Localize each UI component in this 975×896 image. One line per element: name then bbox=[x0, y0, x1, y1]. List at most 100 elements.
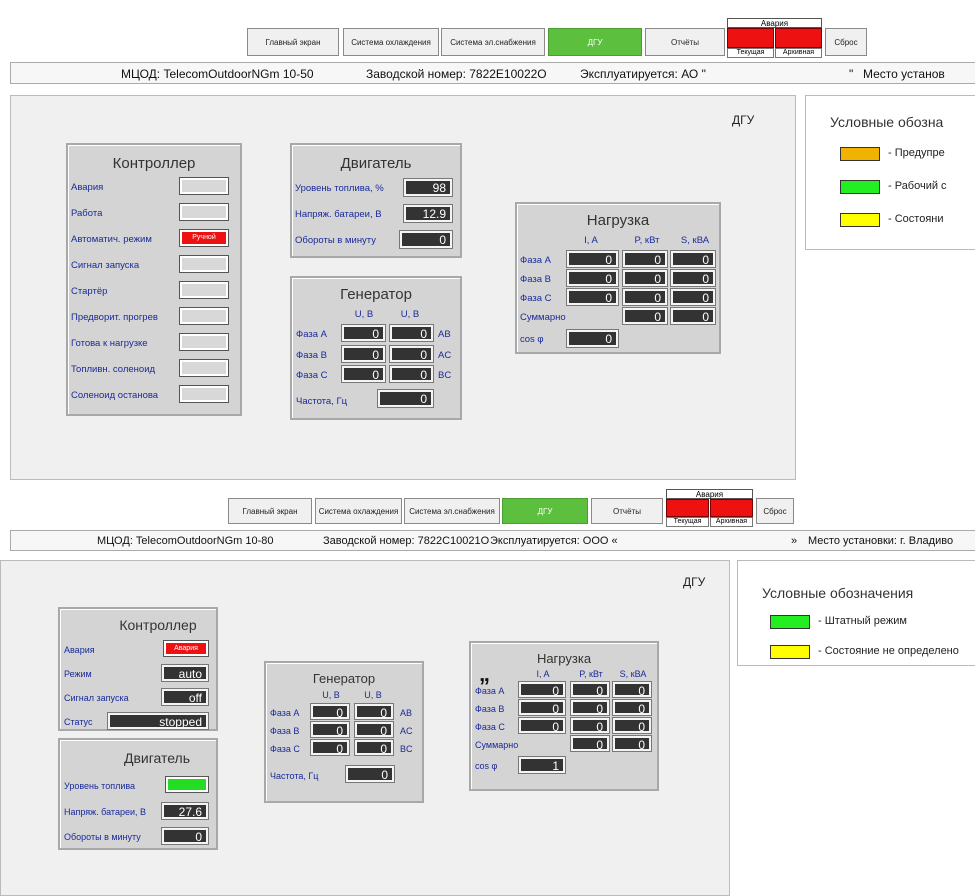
mcod-name: МЦОД: TelecomOutdoorNGm 10-50 bbox=[121, 67, 314, 81]
alarm-current-indicator[interactable] bbox=[727, 28, 774, 48]
generator-col-u2: U, В bbox=[400, 309, 420, 320]
generator-u2-value: 0 bbox=[389, 345, 434, 363]
generator-pair-label: AB bbox=[400, 708, 413, 718]
generator-phase-label: Фаза C bbox=[270, 744, 300, 754]
load-box: Нагрузка I, A P, кВт S, кВА „ Фаза A 0 0… bbox=[469, 641, 659, 791]
nav-reports-button[interactable]: Отчёты bbox=[591, 498, 663, 524]
frequency-value: 0 bbox=[377, 389, 434, 408]
legend-panel: Условные обозна - Предупре - Рабочий с -… bbox=[805, 95, 975, 250]
load-s-value: 0 bbox=[670, 269, 716, 287]
load-col-current: I, A bbox=[536, 669, 550, 679]
generator-u2-value: 0 bbox=[389, 324, 434, 342]
load-s-value: 0 bbox=[612, 699, 652, 716]
mode-value: auto bbox=[161, 664, 209, 682]
starter-indicator bbox=[179, 281, 229, 299]
location: Место установки: г. Владиво bbox=[808, 535, 954, 547]
load-total-p-value: 0 bbox=[622, 307, 668, 325]
alarm-current-label[interactable]: Текущая bbox=[666, 517, 709, 527]
serial-number: Заводской номер: 7822E10022O bbox=[366, 67, 547, 81]
nav-power-button[interactable]: Система эл.снабжения bbox=[441, 28, 545, 56]
legend-panel: Условные обозначения - Штатный режим - С… bbox=[737, 560, 975, 666]
load-total-p-value: 0 bbox=[570, 735, 610, 752]
work-indicator bbox=[179, 203, 229, 221]
location: Место установ bbox=[863, 67, 945, 81]
alarm-archive-indicator[interactable] bbox=[710, 499, 753, 517]
generator-title: Генератор bbox=[312, 671, 376, 686]
load-p-value: 0 bbox=[570, 699, 610, 716]
dgu-panel: ДГУ Контроллер Авария Авария Режим auto … bbox=[0, 560, 730, 896]
panel-title: ДГУ bbox=[683, 575, 706, 589]
panel-title: ДГУ bbox=[732, 113, 755, 127]
load-s-value: 0 bbox=[670, 250, 716, 268]
legend-swatch-warning bbox=[840, 147, 880, 161]
preheat-indicator bbox=[179, 307, 229, 325]
nav-dgu-button[interactable]: ДГУ bbox=[502, 498, 588, 524]
load-phase-label: Фаза A bbox=[475, 686, 505, 696]
nav-main-screen-button[interactable]: Главный экран bbox=[228, 498, 312, 524]
controller-row-label: Готова к нагрузке bbox=[71, 338, 148, 349]
load-i-value: 0 bbox=[566, 269, 619, 287]
ready-load-indicator bbox=[179, 333, 229, 351]
nav-main-screen-button[interactable]: Главный экран bbox=[247, 28, 339, 56]
load-total-s-value: 0 bbox=[670, 307, 716, 325]
generator-pair-label: BC bbox=[400, 744, 413, 754]
reset-button[interactable]: Сброс bbox=[756, 498, 794, 524]
generator-u1-value: 0 bbox=[310, 703, 350, 720]
generator-u2-value: 0 bbox=[354, 721, 394, 738]
nav-dgu-button[interactable]: ДГУ bbox=[548, 28, 642, 56]
load-p-value: 0 bbox=[570, 717, 610, 734]
generator-box: Генератор U, В U, В Фаза A 0 0 AB Фаза B… bbox=[290, 276, 462, 420]
reset-button[interactable]: Сброс bbox=[825, 28, 867, 56]
rpm-label: Обороты в минуту bbox=[64, 832, 141, 842]
load-phase-label: Фаза C bbox=[475, 722, 505, 732]
info-bar: МЦОД: TelecomOutdoorNGm 10-50 Заводской … bbox=[10, 62, 975, 84]
load-phase-label: Фаза B bbox=[475, 704, 505, 714]
generator-u1-value: 0 bbox=[341, 365, 386, 383]
operator: Эксплуатируется: ООО « bbox=[490, 535, 618, 547]
controller-row-label: Стартёр bbox=[71, 286, 108, 297]
load-i-value: 0 bbox=[518, 717, 566, 734]
load-p-value: 0 bbox=[570, 681, 610, 698]
fuel-label: Уровень топлива bbox=[64, 781, 136, 791]
load-total-label: Суммарно bbox=[520, 312, 566, 323]
generator-u2-value: 0 bbox=[354, 703, 394, 720]
operator: Эксплуатируется: АО " bbox=[580, 67, 706, 81]
alarm-current-indicator[interactable] bbox=[666, 499, 709, 517]
generator-title: Генератор bbox=[340, 286, 412, 303]
load-phase-label: Фаза A bbox=[520, 255, 552, 266]
load-s-value: 0 bbox=[670, 288, 716, 306]
controller-alarm-label: Авария bbox=[64, 645, 95, 655]
controller-row-label: Сигнал запуска bbox=[71, 260, 140, 271]
engine-box: Двигатель Уровень топлива Напряж. батаре… bbox=[58, 738, 218, 850]
legend-swatch-working bbox=[840, 180, 880, 194]
legend-text-unknown: - Состояни bbox=[888, 213, 944, 225]
load-col-power: P, кВт bbox=[579, 669, 603, 679]
nav-reports-button[interactable]: Отчёты bbox=[645, 28, 725, 56]
load-total-s-value: 0 bbox=[612, 735, 652, 752]
nav-power-button[interactable]: Система эл.снабжения bbox=[404, 498, 500, 524]
alarm-current-label[interactable]: Текущая bbox=[727, 48, 774, 58]
rpm-value: 0 bbox=[399, 230, 453, 249]
alarm-archive-label[interactable]: Архивная bbox=[775, 48, 822, 58]
controller-row-label: Соленоид останова bbox=[71, 390, 159, 401]
battery-value: 12.9 bbox=[403, 204, 453, 223]
battery-label: Напряж. батареи, В bbox=[295, 209, 382, 220]
nav-cooling-button[interactable]: Система охлаждения bbox=[315, 498, 402, 524]
fuel-value: 98 bbox=[403, 178, 453, 197]
start-signal-value: off bbox=[161, 688, 209, 706]
mcod-name: МЦОД: TelecomOutdoorNGm 10-80 bbox=[97, 535, 274, 547]
controller-title: Контроллер bbox=[112, 155, 196, 172]
stray-quote-mark: „ bbox=[479, 661, 490, 686]
nav-cooling-button[interactable]: Система охлаждения bbox=[343, 28, 439, 56]
generator-u1-value: 0 bbox=[341, 324, 386, 342]
fuel-indicator bbox=[165, 776, 209, 793]
engine-box: Двигатель Уровень топлива, % 98 Напряж. … bbox=[290, 143, 462, 258]
cos-phi-value: 1 bbox=[518, 756, 566, 774]
generator-phase-label: Фаза C bbox=[296, 370, 328, 381]
legend-title: Условные обозначения bbox=[762, 585, 914, 601]
load-p-value: 0 bbox=[622, 250, 668, 268]
alarm-archive-label[interactable]: Архивная bbox=[710, 517, 753, 527]
generator-pair-label: BC bbox=[438, 370, 452, 381]
alarm-archive-indicator[interactable] bbox=[775, 28, 822, 48]
load-total-label: Суммарно bbox=[475, 740, 519, 750]
